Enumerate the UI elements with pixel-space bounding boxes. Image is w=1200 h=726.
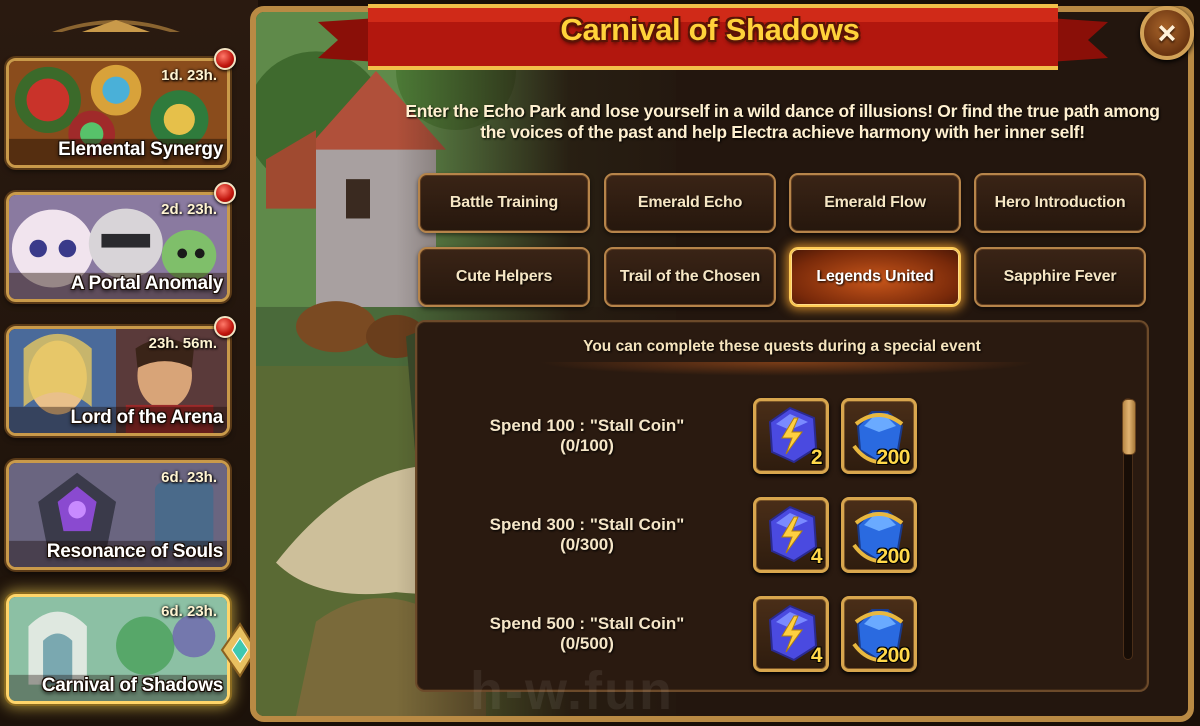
- event-title: A Portal Anomaly: [70, 273, 223, 294]
- tab-sapphire-fever[interactable]: Sapphire Fever: [974, 247, 1146, 307]
- panel-title: Carnival of Shadows: [560, 12, 860, 47]
- reward-lightning-crystal[interactable]: 4: [753, 497, 829, 573]
- quest-list-header: You can complete these quests during a s…: [583, 338, 981, 355]
- notification-dot-icon: [214, 48, 236, 70]
- reward-quantity: 4: [810, 644, 823, 667]
- quest-description: Spend 100 : "Stall Coin" (0/100): [477, 416, 697, 456]
- tab-cute-helpers[interactable]: Cute Helpers: [418, 247, 590, 307]
- event-card-carnival-of-shadows[interactable]: 6d. 23h. Carnival of Shadows: [6, 594, 230, 704]
- reward-lightning-crystal[interactable]: 2: [753, 398, 829, 474]
- reward-sapphire-gem[interactable]: 200: [841, 398, 917, 474]
- reward-quantity: 2: [810, 446, 823, 469]
- watermark: h-w.fun: [470, 661, 674, 721]
- scroll-up-arrow-icon[interactable]: [52, 14, 180, 34]
- notification-dot-icon: [214, 182, 236, 204]
- quest-progress: (0/500): [560, 634, 614, 653]
- quest-tabs: Battle Training Emerald Echo Emerald Flo…: [418, 173, 1148, 307]
- header-divider: [537, 362, 1037, 376]
- quest-title: Spend 500 : "Stall Coin": [489, 614, 685, 633]
- reward-lightning-crystal[interactable]: 4: [753, 596, 829, 672]
- event-timer: 1d. 23h.: [161, 67, 217, 84]
- event-timer: 6d. 23h.: [161, 603, 217, 620]
- quest-description: Spend 500 : "Stall Coin" (0/500): [477, 614, 697, 654]
- event-card-a-portal-anomaly[interactable]: 2d. 23h. A Portal Anomaly: [6, 192, 230, 302]
- reward-quantity: 200: [876, 545, 910, 568]
- event-title: Lord of the Arena: [70, 407, 223, 428]
- reward-quantity: 200: [876, 644, 910, 667]
- quest-progress: (0/300): [560, 535, 614, 554]
- reward-quantity: 200: [876, 446, 910, 469]
- scroll-thumb[interactable]: [1122, 399, 1136, 455]
- quest-scrollbar[interactable]: [1122, 398, 1136, 660]
- event-timer: 23h. 56m.: [148, 335, 217, 352]
- reward-quantity: 4: [810, 545, 823, 568]
- event-title: Carnival of Shadows: [41, 675, 223, 696]
- quest-progress: (0/100): [560, 436, 614, 455]
- reward-sapphire-gem[interactable]: 200: [841, 497, 917, 573]
- event-card-lord-of-the-arena[interactable]: 23h. 56m. Lord of the Arena: [6, 326, 230, 436]
- quest-title: Spend 300 : "Stall Coin": [489, 515, 685, 534]
- reward-sapphire-gem[interactable]: 200: [841, 596, 917, 672]
- quest-row: Spend 300 : "Stall Coin" (0/300) 4 200: [417, 497, 1117, 577]
- tab-hero-introduction[interactable]: Hero Introduction: [974, 173, 1146, 233]
- tab-battle-training[interactable]: Battle Training: [418, 173, 590, 233]
- event-card-resonance-of-souls[interactable]: 6d. 23h. Resonance of Souls: [6, 460, 230, 570]
- quest-list: You can complete these quests during a s…: [415, 320, 1149, 692]
- event-title: Resonance of Souls: [46, 541, 224, 562]
- notification-dot-icon: [214, 316, 236, 338]
- quest-title: Spend 100 : "Stall Coin": [489, 416, 685, 435]
- tab-emerald-flow[interactable]: Emerald Flow: [789, 173, 961, 233]
- event-timer: 6d. 23h.: [161, 469, 217, 486]
- tab-legends-united[interactable]: Legends United: [789, 247, 961, 307]
- event-card-elemental-synergy[interactable]: 1d. 23h. Elemental Synergy: [6, 58, 230, 168]
- event-timer: 2d. 23h.: [161, 201, 217, 218]
- event-sidebar: 1d. 23h. Elemental Synergy 2d. 23h. A Po…: [0, 0, 258, 726]
- event-title: Elemental Synergy: [58, 139, 223, 160]
- close-icon: ×: [1157, 14, 1177, 51]
- tab-trail-of-the-chosen[interactable]: Trail of the Chosen: [604, 247, 776, 307]
- event-description: Enter the Echo Park and lose yourself in…: [405, 101, 1160, 142]
- tab-emerald-echo[interactable]: Emerald Echo: [604, 173, 776, 233]
- quest-row: Spend 100 : "Stall Coin" (0/100) 2 200: [417, 398, 1117, 478]
- close-button[interactable]: ×: [1140, 6, 1194, 60]
- quest-description: Spend 300 : "Stall Coin" (0/300): [477, 515, 697, 555]
